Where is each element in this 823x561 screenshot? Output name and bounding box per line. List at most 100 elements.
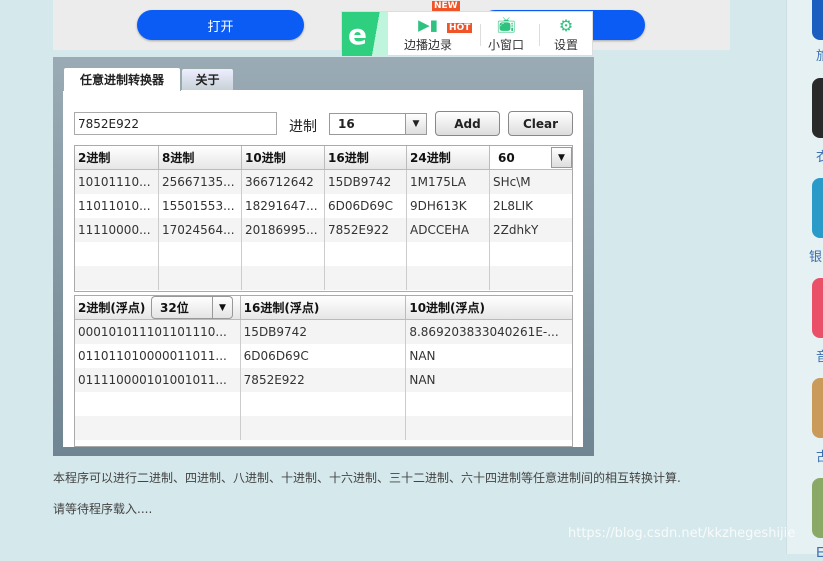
table-cell[interactable]: 20186995... [242,218,325,242]
table-cell[interactable] [407,266,490,290]
column-header-label: 2进制(浮点) [78,301,146,315]
table-cell[interactable]: 25667135... [159,170,242,194]
column-header[interactable]: 10进制(浮点) [406,296,572,319]
bits-select[interactable]: 32位 ▼ [151,296,233,319]
table-cell[interactable]: 11110000... [75,218,159,242]
table-cell[interactable]: 8.869203833040261E-... [406,320,572,344]
app-icon[interactable] [812,378,823,438]
table-cell[interactable] [490,266,572,290]
chevron-down-icon[interactable]: ▼ [212,297,232,318]
table-row[interactable]: 10101110... 25667135... 366712642 15DB9742 1… [75,170,572,194]
app-icon[interactable] [812,478,823,538]
table-cell[interactable] [242,242,325,266]
table-cell[interactable]: 10101110... [75,170,159,194]
table-cell[interactable] [242,266,325,290]
app-label[interactable]: 银 [809,246,822,265]
app-label[interactable]: 古 [816,446,823,465]
bits-select-value: 32位 [160,301,189,315]
table-cell[interactable]: 9DH613K [407,194,490,218]
converter-panel: 进制 16 ▼ Add Clear 2进制 8进制 10进制 16进制 24进制 … [63,90,583,447]
table-cell[interactable] [75,266,159,290]
loading-text: 请等待程序载入.... [53,502,153,516]
video-toolbar-popup: e ▶▮ 边播边录 NEW HOT 📺︎ 小窗口 ⚙ 设置 [341,1,593,56]
number-input[interactable] [74,112,277,135]
table-cell[interactable] [159,242,242,266]
converter-app: 任意进制转换器 关于 进制 16 ▼ Add Clear 2进制 8进制 10进制… [53,57,594,456]
divider [480,24,481,46]
table-cell[interactable]: 011011010000011011... [75,344,241,368]
clear-button[interactable]: Clear [508,111,573,136]
table-row[interactable]: 011011010000011011... 6D06D69C NAN [75,344,572,368]
column-header[interactable]: 8进制 [159,146,242,169]
app-label[interactable]: 旅 [816,45,823,64]
tab-about[interactable]: 关于 [181,68,234,90]
table-cell[interactable] [75,242,159,266]
table-row[interactable]: 011110000101001011... 7852E922 NAN [75,368,572,392]
table-cell[interactable]: 2L8LIK [490,194,572,218]
table-row[interactable] [75,242,572,266]
chevron-down-icon[interactable]: ▼ [551,147,572,168]
table-row[interactable]: 000101011101101110... 15DB9742 8.869203833… [75,320,572,344]
app-icon[interactable] [812,278,823,338]
table-cell[interactable]: 7852E922 [241,368,407,392]
results-table: 2进制 8进制 10进制 16进制 24进制 60 ▼ 10101110... 25… [74,145,573,292]
table-cell[interactable]: 15DB9742 [241,320,407,344]
settings-label: 设置 [553,38,578,52]
table-cell[interactable] [75,392,241,416]
table-cell[interactable]: SHc\M [490,170,572,194]
column-header[interactable]: 10进制 [242,146,325,169]
app-icon[interactable] [812,78,823,138]
table-cell[interactable]: 18291647... [242,194,325,218]
table-row[interactable]: 11011010... 15501553... 18291647... 6D06D69… [75,194,572,218]
table-row[interactable]: 11110000... 17024564... 20186995... 7852E92… [75,218,572,242]
open-button[interactable]: 打开 [137,10,304,40]
chevron-down-icon[interactable]: ▼ [405,114,426,134]
table-cell[interactable]: 366712642 [242,170,325,194]
table-row[interactable] [75,266,572,290]
table-cell[interactable] [407,242,490,266]
tab-converter[interactable]: 任意进制转换器 [63,67,181,91]
column-header[interactable]: 24进制 [407,146,490,169]
table-cell[interactable]: 15DB9742 [325,170,407,194]
base-select[interactable]: 16 ▼ [329,113,427,135]
custom-base-select[interactable]: 60 ▼ [490,146,572,169]
column-header[interactable]: 2进制 [75,146,159,169]
table-cell[interactable]: ADCCEHA [407,218,490,242]
table-cell[interactable]: 17024564... [159,218,242,242]
table-cell[interactable] [406,416,572,440]
gear-icon: ⚙ [558,16,574,35]
table-cell[interactable]: NAN [406,344,572,368]
record-button[interactable]: ▶▮ 边播边录 [402,16,454,53]
app-label[interactable]: 音 [816,346,823,365]
table-cell[interactable]: 1M175LA [407,170,490,194]
table-cell[interactable] [75,416,241,440]
add-button[interactable]: Add [435,111,500,136]
table-cell[interactable] [159,266,242,290]
table-cell[interactable] [325,242,407,266]
table-cell[interactable] [406,392,572,416]
table-row[interactable] [75,416,572,440]
table-cell[interactable]: 6D06D69C [241,344,407,368]
table-cell[interactable]: 11011010... [75,194,159,218]
settings-button[interactable]: ⚙ 设置 [548,16,584,53]
table-cell[interactable]: 15501553... [159,194,242,218]
table-row[interactable] [75,392,572,416]
table-cell[interactable]: NAN [406,368,572,392]
app-icon[interactable] [812,0,823,40]
table-cell[interactable]: 011110000101001011... [75,368,241,392]
column-header[interactable]: 16进制(浮点) [241,296,407,319]
table-cell[interactable]: 7852E922 [325,218,407,242]
app-icon[interactable] [812,178,823,238]
table-cell[interactable]: 2ZdhkY [490,218,572,242]
app-label[interactable]: 衣 [816,146,823,165]
column-header[interactable]: 16进制 [325,146,407,169]
base-label: 进制 [289,119,317,135]
table-cell[interactable] [325,266,407,290]
column-header[interactable]: 2进制(浮点) 32位 ▼ [75,296,241,319]
mini-window-button[interactable]: 📺︎ 小窗口 [484,16,528,53]
table-cell[interactable]: 000101011101101110... [75,320,241,344]
table-cell[interactable] [241,392,407,416]
table-cell[interactable]: 6D06D69C [325,194,407,218]
table-cell[interactable] [490,242,572,266]
table-cell[interactable] [241,416,407,440]
